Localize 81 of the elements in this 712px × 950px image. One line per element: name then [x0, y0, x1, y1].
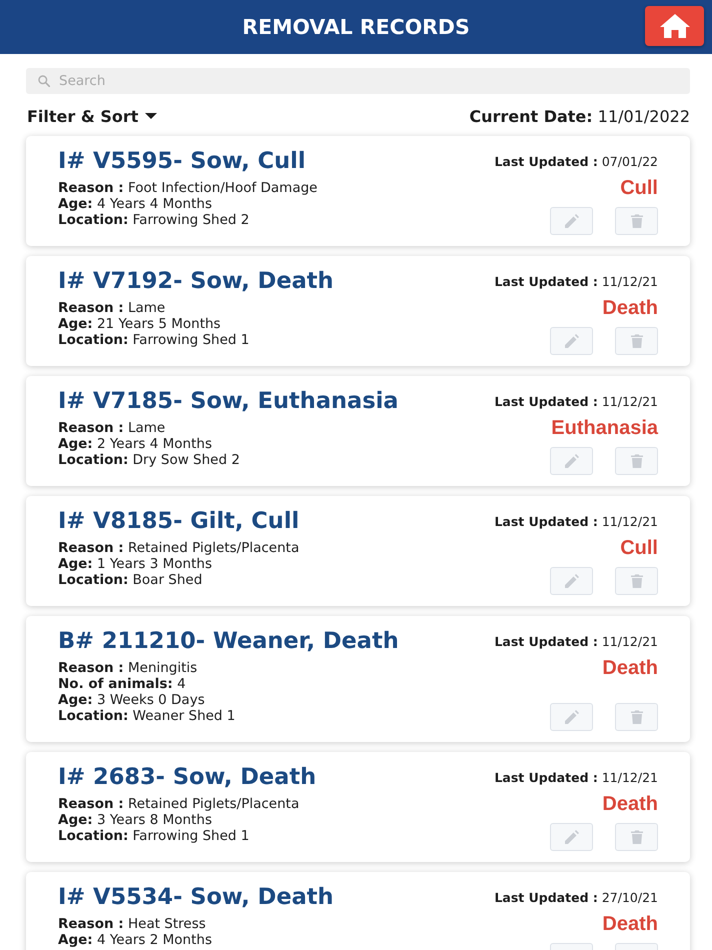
removal-type: Death [602, 792, 658, 816]
record-card[interactable]: I# V7185- Sow, Euthanasia Reason : Lame Age: 2 Years 4 Months Location: Dry Sow Shed 2 Last Updated : 11/12/21 Euthanasia [26, 376, 690, 486]
trash-icon [630, 830, 642, 844]
record-detail: No. of animals: 4 [58, 676, 187, 692]
record-detail: Location: Boar Shed [58, 572, 204, 588]
trash-icon [630, 214, 642, 228]
record-card[interactable]: I# V5534- Sow, Death Reason : Heat Stress Age: 4 Years 2 Months Last Updated : 27/10/21 Death [26, 872, 690, 950]
delete-button[interactable] [615, 823, 658, 851]
record-detail: Location: Farrowing Shed 1 [58, 828, 250, 844]
record-card[interactable]: B# 211210- Weaner, Death Reason : Meningitis No. of animals: 4 Age: 3 Weeks 0 Days Location: Weaner Shed 1 Last Updated : 11/12/21 Death [26, 616, 690, 742]
home-button[interactable] [645, 6, 704, 46]
record-detail: Age: 4 Years 4 Months [58, 196, 213, 212]
record-detail: Reason : Foot Infection/Hoof Damage [58, 180, 318, 196]
record-detail: Location: Farrowing Shed 2 [58, 212, 250, 228]
pencil-icon [564, 214, 578, 228]
record-detail: Age: 4 Years 2 Months [58, 932, 213, 948]
pencil-icon [564, 710, 578, 724]
record-detail: Reason : Lame [58, 420, 166, 436]
record-title: I# V7192- Sow, Death [58, 267, 334, 296]
delete-button[interactable] [615, 447, 658, 475]
record-detail: Age: 3 Years 8 Months [58, 812, 213, 828]
record-detail: Location: Weaner Shed 1 [58, 708, 236, 724]
record-title: B# 211210- Weaner, Death [58, 627, 399, 656]
record-detail: Reason : Retained Piglets/Placenta [58, 540, 300, 556]
last-updated: Last Updated : 11/12/21 [494, 770, 658, 786]
record-detail: Age: 1 Years 3 Months [58, 556, 213, 572]
page-title: REMOVAL RECORDS [242, 15, 470, 39]
trash-icon [630, 710, 642, 724]
edit-button[interactable] [550, 567, 593, 595]
delete-button[interactable] [615, 703, 658, 731]
pencil-icon [564, 334, 578, 348]
last-updated: Last Updated : 27/10/21 [494, 890, 658, 906]
edit-button[interactable] [550, 703, 593, 731]
pencil-icon [564, 574, 578, 588]
record-detail: Age: 3 Weeks 0 Days [58, 692, 206, 708]
record-detail: Reason : Lame [58, 300, 166, 316]
record-card[interactable]: I# V8185- Gilt, Cull Reason : Retained Piglets/Placenta Age: 1 Years 3 Months Location: Boar Shed Last Updated : 11/12/21 Cull [26, 496, 690, 606]
record-title: I# V5534- Sow, Death [58, 883, 334, 912]
edit-button[interactable] [550, 447, 593, 475]
home-icon [660, 14, 690, 38]
record-title: I# V8185- Gilt, Cull [58, 507, 300, 536]
edit-button[interactable] [550, 327, 593, 355]
edit-button[interactable] [550, 207, 593, 235]
delete-button[interactable] [615, 207, 658, 235]
removal-type: Cull [620, 176, 658, 200]
record-card[interactable]: I# V7192- Sow, Death Reason : Lame Age: 21 Years 5 Months Location: Farrowing Shed 1 Last Updated : 11/12/21 Death [26, 256, 690, 366]
record-detail: Age: 21 Years 5 Months [58, 316, 222, 332]
record-detail: Reason : Heat Stress [58, 916, 207, 932]
removal-type: Death [602, 656, 658, 680]
removal-type: Cull [620, 536, 658, 560]
caret-down-icon [145, 113, 158, 119]
record-title: I# 2683- Sow, Death [58, 763, 316, 792]
record-detail: Location: Dry Sow Shed 2 [58, 452, 241, 468]
trash-icon [630, 454, 642, 468]
last-updated: Last Updated : 11/12/21 [494, 634, 658, 650]
delete-button[interactable] [615, 567, 658, 595]
record-detail: Location: Farrowing Shed 1 [58, 332, 250, 348]
pencil-icon [564, 830, 578, 844]
removal-type: Death [602, 296, 658, 320]
current-date: Current Date: 11/01/2022 [469, 106, 690, 126]
edit-button[interactable] [550, 823, 593, 851]
record-detail: Age: 2 Years 4 Months [58, 436, 213, 452]
record-card[interactable]: I# 2683- Sow, Death Reason : Retained Piglets/Placenta Age: 3 Years 8 Months Location: Farrowing Shed 1 Last Updated : 11/12/21 Death [26, 752, 690, 862]
last-updated: Last Updated : 11/12/21 [494, 514, 658, 530]
pencil-icon [564, 454, 578, 468]
trash-icon [630, 334, 642, 348]
last-updated: Last Updated : 07/01/22 [494, 154, 658, 170]
search-field[interactable]: Search [26, 68, 690, 94]
record-title: I# V7185- Sow, Euthanasia [58, 387, 398, 416]
removal-type: Death [602, 912, 658, 936]
removal-type: Euthanasia [551, 416, 658, 440]
delete-button[interactable] [615, 327, 658, 355]
record-title: I# V5595- Sow, Cull [58, 147, 307, 176]
trash-icon [630, 574, 642, 588]
last-updated: Last Updated : 11/12/21 [494, 274, 658, 290]
record-detail: Reason : Retained Piglets/Placenta [58, 796, 300, 812]
last-updated: Last Updated : 11/12/21 [494, 394, 658, 410]
filter-sort-dropdown[interactable]: Filter & Sort [27, 106, 158, 126]
record-card[interactable]: I# V5595- Sow, Cull Reason : Foot Infection/Hoof Damage Age: 4 Years 4 Months Location: Farrowing Shed 2 Last Updated : 07/01/22 Cull [26, 136, 690, 246]
search-icon [38, 75, 50, 87]
record-detail: Reason : Meningitis [58, 660, 198, 676]
